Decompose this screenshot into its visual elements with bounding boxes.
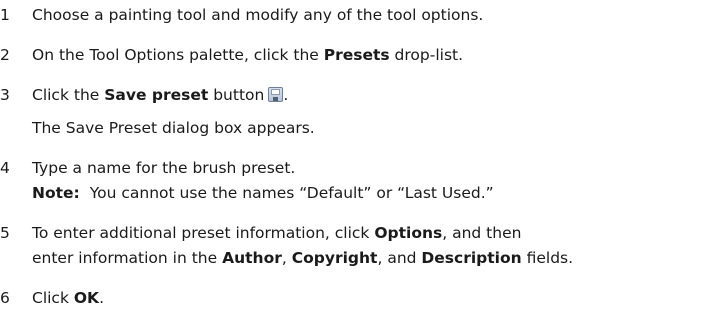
step-5-text-line2: enter information in the Author, Copyrig…: [32, 249, 574, 267]
step-2-text: On the Tool Options palette, click the P…: [32, 46, 464, 64]
note-label: Note:: [32, 184, 80, 202]
step-number: 4: [0, 159, 10, 177]
step-3-text: Click the Save preset button.: [32, 86, 289, 104]
save-icon: [268, 87, 284, 102]
step-number: 1: [0, 6, 10, 24]
description-term: Description: [421, 249, 522, 267]
options-term: Options: [374, 224, 443, 242]
step-3-result: The Save Preset dialog box appears.: [32, 119, 315, 137]
presets-term: Presets: [323, 46, 390, 64]
step-5-text-line1: To enter additional preset information, …: [32, 224, 522, 242]
save-preset-term: Save preset: [104, 86, 209, 104]
step-1-text: Choose a painting tool and modify any of…: [32, 6, 484, 24]
step-number: 6: [0, 289, 10, 307]
step-number: 3: [0, 86, 10, 104]
step-4-text: Type a name for the brush preset.: [32, 159, 296, 177]
copyright-term: Copyright: [291, 249, 378, 267]
step-number: 5: [0, 224, 10, 242]
step-number: 2: [0, 46, 10, 64]
author-term: Author: [222, 249, 282, 267]
step-6-text: Click OK.: [32, 289, 104, 307]
step-4-note: Note: You cannot use the names “Default” …: [32, 183, 494, 203]
ok-term: OK: [73, 289, 100, 307]
instructions-document: 1 Choose a painting tool and modify any …: [0, 0, 720, 333]
note-text: You cannot use the names “Default” or “L…: [89, 184, 494, 202]
